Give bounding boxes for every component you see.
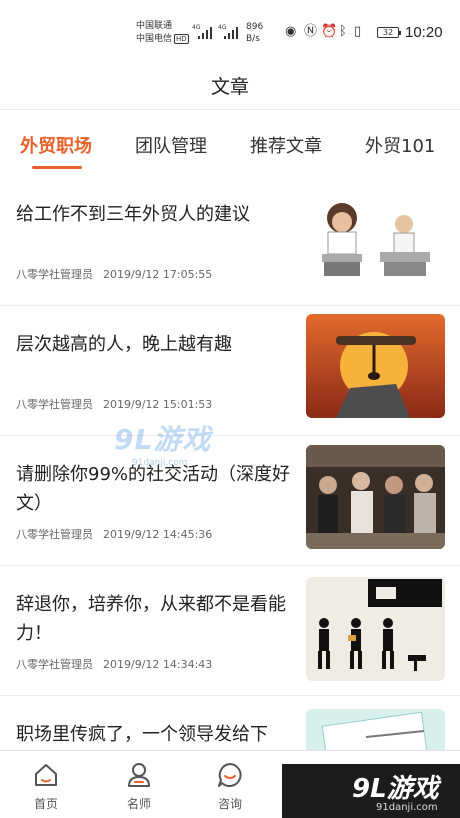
tab-foreign-trade-workplace[interactable]: 外贸职场 xyxy=(20,132,92,158)
article-time: 2019/9/12 15:01:53 xyxy=(103,398,213,411)
bluetooth-icon: ᛒ xyxy=(339,24,347,39)
site-logo-brand: 9L游戏 xyxy=(352,774,439,804)
article-thumbnail xyxy=(306,314,445,418)
nav-teachers-label: 名师 xyxy=(126,797,151,811)
article-item[interactable]: 辞退你，培养你，从来都不是看能力！ 八零学社管理员 2019/9/12 14:34… xyxy=(0,566,460,696)
article-title: 给工作不到三年外贸人的建议 xyxy=(16,204,250,225)
nav-teachers[interactable]: 名师 xyxy=(109,761,169,812)
teacher-icon xyxy=(128,763,150,787)
article-thumbnail xyxy=(306,188,445,292)
article-time: 2019/9/12 17:05:55 xyxy=(103,268,213,281)
watermark-logo: 9L游戏 xyxy=(114,423,212,456)
article-item[interactable]: 请删除你99%的社交活动（深度好文） 八零学社管理员 2019/9/12 14:4… xyxy=(0,436,460,566)
article-title: 职场里传疯了，一个领导发给下 xyxy=(16,724,268,745)
article-time: 2019/9/12 14:34:43 xyxy=(103,658,213,671)
carrier-info: 中国联通 中国电信 HD xyxy=(136,20,189,46)
chat-bubble-icon xyxy=(218,763,242,787)
article-author: 八零学社管理员 xyxy=(16,528,93,541)
eye-icon: ◉ xyxy=(285,24,297,39)
clock: 10:20 xyxy=(405,24,443,41)
nav-consult[interactable]: 咨询 xyxy=(200,761,260,812)
tab-foreign-trade-101[interactable]: 外贸101 xyxy=(365,132,435,158)
article-time: 2019/9/12 14:45:36 xyxy=(103,528,213,541)
watermark-url: 91danji.com xyxy=(132,458,188,468)
carrier-1: 中国联通 xyxy=(136,21,173,31)
article-item[interactable]: 给工作不到三年外贸人的建议 八零学社管理员 2019/9/12 17:05:55 xyxy=(0,176,460,306)
site-logo: 9L游戏 91danji.com xyxy=(282,764,460,818)
article-item[interactable]: 层次越高的人，晚上越有趣 八零学社管理员 2019/9/12 15:01:53 xyxy=(0,306,460,436)
battery-icon: 32 xyxy=(377,27,401,38)
home-icon xyxy=(35,764,57,786)
article-author: 八零学社管理员 xyxy=(16,268,93,281)
hd-badge: HD xyxy=(174,33,189,44)
article-thumbnail xyxy=(306,577,445,681)
active-tab-indicator xyxy=(32,166,82,169)
site-logo-url: 91danji.com xyxy=(376,802,438,813)
tab-team-management[interactable]: 团队管理 xyxy=(135,132,207,158)
article-author: 八零学社管理员 xyxy=(16,398,93,411)
status-bar: 中国联通 中国电信 HD 4G 4G 896 B/s ◉ Ⓝ ⏰ ᛒ ▯ 32 1… xyxy=(0,0,460,50)
article-meta: 八零学社管理员 2019/9/12 15:01:53 xyxy=(16,396,212,412)
watermark: 9L游戏 91danji.com xyxy=(114,418,211,468)
tab-recommended-articles[interactable]: 推荐文章 xyxy=(250,132,322,158)
article-meta: 八零学社管理员 2019/9/12 14:34:43 xyxy=(16,656,212,672)
app-header: 文章 xyxy=(0,50,460,110)
alarm-icon: ⏰ xyxy=(321,24,338,39)
category-tabs: 外贸职场 团队管理 推荐文章 外贸101 xyxy=(0,110,460,176)
nav-home-label: 首页 xyxy=(33,797,58,811)
nav-consult-label: 咨询 xyxy=(217,797,242,811)
article-title: 层次越高的人，晚上越有趣 xyxy=(16,334,232,355)
nav-home[interactable]: 首页 xyxy=(16,761,76,812)
vibrate-icon: ▯ xyxy=(354,24,362,39)
article-title: 辞退你，培养你，从来都不是看能力！ xyxy=(16,594,286,644)
article-author: 八零学社管理员 xyxy=(16,658,93,671)
article-thumbnail xyxy=(306,445,445,549)
article-title: 请删除你99%的社交活动（深度好文） xyxy=(16,464,291,514)
nfc-icon: Ⓝ xyxy=(304,24,318,39)
article-meta: 八零学社管理员 2019/9/12 17:05:55 xyxy=(16,266,212,282)
network-speed: 896 B/s xyxy=(246,22,264,44)
article-meta: 八零学社管理员 2019/9/12 14:45:36 xyxy=(16,526,212,542)
page-title: 文章 xyxy=(210,76,249,98)
carrier-2: 中国电信 xyxy=(136,34,173,44)
